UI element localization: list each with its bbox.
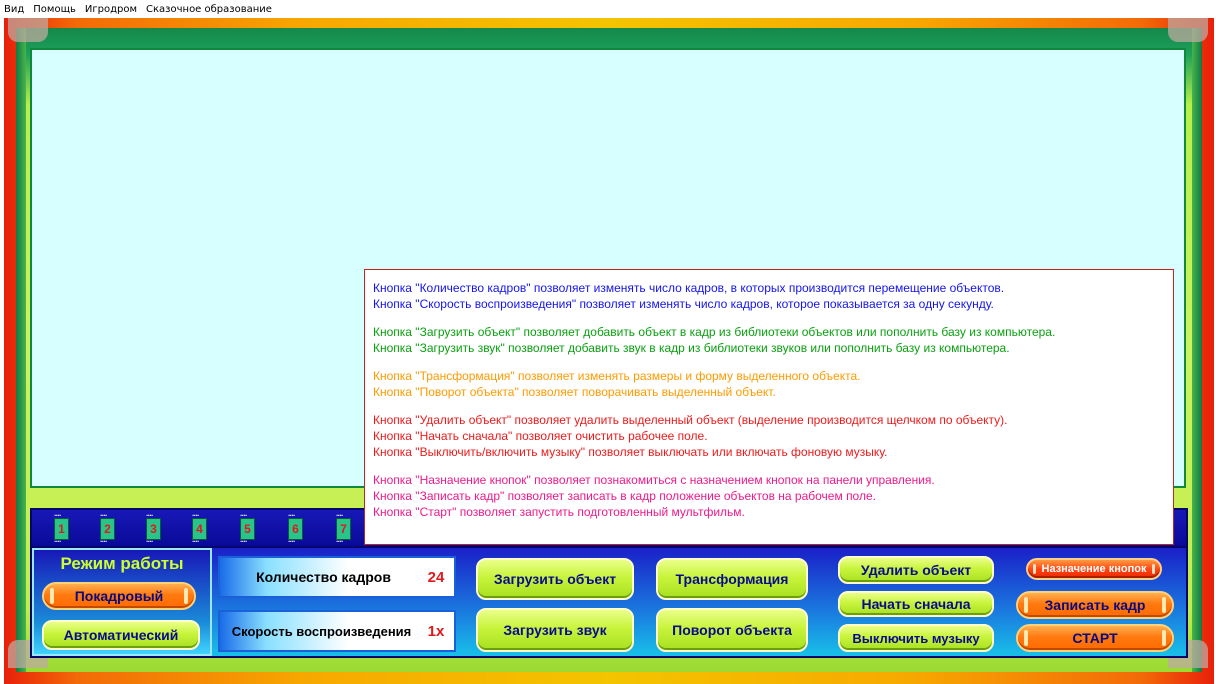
help-line: Кнопка "Записать кадр" позволяет записат…	[373, 489, 876, 503]
help-line: Кнопка "Поворот объекта" позволяет повор…	[373, 385, 776, 399]
menu-game-room[interactable]: Игродром	[85, 4, 137, 15]
help-line: Кнопка "Скорость воспроизведения" позвол…	[373, 297, 994, 311]
mode-title: Режим работы	[60, 554, 184, 573]
help-line: Кнопка "Загрузить объект" позволяет доба…	[373, 325, 1056, 339]
load-sound-button[interactable]: Загрузить звук	[476, 608, 634, 652]
record-frame-button[interactable]: Записать кадр	[1016, 591, 1174, 619]
help-line: Кнопка "Выключить/включить музыку" позво…	[373, 445, 888, 459]
help-line: Кнопка "Трансформация" позволяет изменят…	[373, 369, 861, 383]
menu-bar: Вид Помощь Игродром Сказочное образовани…	[0, 0, 1216, 18]
automatic-button[interactable]: Автоматический	[42, 620, 200, 650]
toggle-music-button[interactable]: Выключить музыку	[838, 624, 994, 652]
menu-view[interactable]: Вид	[4, 4, 24, 15]
frame-by-frame-button[interactable]: Покадровый	[42, 582, 196, 610]
corner-decoration	[1168, 18, 1208, 42]
frame-1[interactable]: 1	[54, 512, 69, 546]
button-help-button[interactable]: Назначение кнопок	[1026, 558, 1162, 580]
help-line: Кнопка "Начать сначала" позволяет очисти…	[373, 429, 708, 443]
playback-speed-label: Скорость воспроизведения	[231, 623, 412, 639]
help-line: Кнопка "Количество кадров" позволяет изм…	[373, 281, 1005, 295]
help-line: Кнопка "Старт" позволяет запустить подго…	[373, 505, 745, 519]
frame-7[interactable]: 7	[336, 512, 351, 546]
frame-6[interactable]: 6	[288, 512, 303, 546]
menu-fairy-education[interactable]: Сказочное образование	[146, 4, 272, 15]
frame-3[interactable]: 3	[146, 512, 161, 546]
playback-speed-value[interactable]: 1x	[421, 614, 451, 648]
delete-object-button[interactable]: Удалить объект	[838, 556, 994, 584]
frames-count-value[interactable]: 24	[421, 560, 451, 594]
help-line: Кнопка "Удалить объект" позволяет удалит…	[373, 413, 1008, 427]
help-line: Кнопка "Загрузить звук" позволяет добави…	[373, 341, 1010, 355]
frames-count-control[interactable]: Количество кадров 24	[218, 556, 456, 598]
load-object-button[interactable]: Загрузить объект	[476, 558, 634, 600]
frame-5[interactable]: 5	[240, 512, 255, 546]
frame-4[interactable]: 4	[192, 512, 207, 546]
rotate-object-button[interactable]: Поворот объекта	[656, 608, 808, 652]
corner-decoration	[8, 18, 48, 42]
help-line: Кнопка "Назначение кнопок" позволяет поз…	[373, 473, 935, 487]
menu-help[interactable]: Помощь	[33, 4, 76, 15]
playback-speed-control[interactable]: Скорость воспроизведения 1x	[218, 610, 456, 652]
start-over-button[interactable]: Начать сначала	[838, 591, 994, 617]
start-button[interactable]: СТАРТ	[1016, 624, 1174, 652]
frames-count-label: Количество кадров	[256, 569, 391, 585]
help-panel: Кнопка "Количество кадров" позволяет изм…	[364, 269, 1174, 545]
transform-button[interactable]: Трансформация	[656, 558, 808, 600]
frame-2[interactable]: 2	[100, 512, 115, 546]
